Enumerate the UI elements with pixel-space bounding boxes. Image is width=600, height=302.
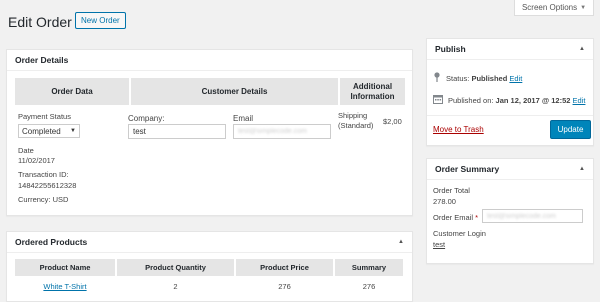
order-email-label-text: Order Email	[433, 213, 474, 222]
new-order-button[interactable]: New Order	[75, 12, 126, 29]
divider	[427, 115, 593, 116]
email-input[interactable]: test@simplecode.com	[233, 124, 331, 139]
published-edit-link[interactable]: Edit	[573, 96, 586, 105]
status-label: Status:	[446, 73, 470, 83]
column-header-product-name: Product Name	[15, 259, 115, 276]
column-header-additional-info: Additional Information	[340, 78, 405, 105]
company-label: Company:	[128, 114, 165, 123]
chevron-down-icon: ▼	[70, 128, 76, 134]
order-email-label: Order Email *	[433, 213, 478, 222]
update-button[interactable]: Update	[550, 120, 591, 139]
screen-options-button[interactable]: Screen Options ▼	[514, 0, 594, 16]
status-edit-link[interactable]: Edit	[509, 74, 522, 83]
product-quantity: 2	[173, 281, 178, 291]
customer-login-label: Customer Login	[433, 229, 486, 238]
order-total-label: Order Total	[433, 186, 470, 195]
table-row: White T-Shirt 2 276 276	[15, 276, 405, 296]
publish-title: Publish	[435, 44, 466, 54]
status-value: Published	[471, 73, 508, 83]
screen-options-label: Screen Options	[521, 3, 578, 12]
order-details-box: Order Details Order Data Customer Detail…	[6, 49, 413, 216]
ordered-products-table: Product Name Product Quantity Product Pr…	[15, 259, 405, 296]
payment-status-label: Payment Status	[18, 112, 71, 121]
published-label: Published on:	[448, 95, 494, 105]
order-total-value: 278.00	[433, 197, 456, 206]
order-details-title: Order Details	[15, 55, 69, 65]
product-price: 276	[278, 281, 291, 291]
order-details-header: Order Details	[7, 50, 412, 71]
collapse-toggle-icon[interactable]: ▲	[398, 239, 404, 245]
calendar-icon	[433, 94, 443, 106]
required-marker: *	[475, 213, 479, 222]
pin-icon	[433, 72, 441, 84]
published-value: Jan 12, 2017 @ 12:52	[495, 95, 571, 105]
order-email-input[interactable]: test@simplecode.com	[482, 209, 583, 223]
status-row: Status: Published Edit	[433, 72, 522, 84]
collapse-toggle-icon[interactable]: ▲	[579, 46, 585, 52]
transaction-label: Transaction ID:	[18, 170, 69, 179]
product-name-link[interactable]: White T-Shirt	[43, 282, 86, 291]
column-header-product-price: Product Price	[236, 259, 333, 276]
product-summary: 276	[362, 281, 376, 291]
payment-status-value: Completed	[22, 126, 61, 136]
transaction-value: 14842255612328	[18, 181, 77, 190]
ordered-products-header: Ordered Products ▲	[7, 232, 412, 253]
order-summary-title: Order Summary	[435, 164, 500, 174]
order-details-table: Order Data Customer Details Additional I…	[15, 78, 405, 105]
column-header-order-data: Order Data	[15, 78, 129, 105]
page-title: Edit Order	[8, 14, 72, 30]
date-value: 11/02/2017	[18, 156, 55, 165]
currency-text: Currency: USD	[18, 195, 69, 204]
move-to-trash-link[interactable]: Move to Trash	[433, 125, 484, 134]
company-value: test	[133, 127, 146, 136]
ordered-products-title: Ordered Products	[15, 237, 88, 247]
column-header-product-quantity: Product Quantity	[117, 259, 234, 276]
order-summary-box: Order Summary ▲ Order Total 278.00 Order…	[426, 158, 594, 264]
email-label: Email	[233, 114, 254, 123]
chevron-down-icon: ▼	[580, 4, 587, 11]
column-header-customer-details: Customer Details	[131, 78, 338, 105]
email-value: test@simplecode.com	[238, 128, 307, 135]
ordered-products-box: Ordered Products ▲ Product Name Product …	[6, 231, 413, 302]
order-summary-header: Order Summary ▲	[427, 159, 593, 180]
published-row: Published on: Jan 12, 2017 @ 12:52 Edit	[433, 94, 585, 106]
publish-box: Publish ▲ Status: Published Edit Publish…	[426, 38, 594, 146]
company-input[interactable]: test	[128, 124, 226, 139]
customer-login-link[interactable]: test	[433, 240, 445, 249]
shipping-label: Shipping (Standard)	[338, 111, 374, 130]
order-email-value: test@simplecode.com	[487, 212, 556, 220]
shipping-value: $2,00	[383, 117, 402, 126]
column-header-summary: Summary	[335, 259, 403, 276]
publish-header: Publish ▲	[427, 39, 593, 60]
payment-status-select[interactable]: Completed ▼	[18, 124, 80, 138]
date-label: Date	[18, 146, 34, 155]
collapse-toggle-icon[interactable]: ▲	[579, 166, 585, 172]
